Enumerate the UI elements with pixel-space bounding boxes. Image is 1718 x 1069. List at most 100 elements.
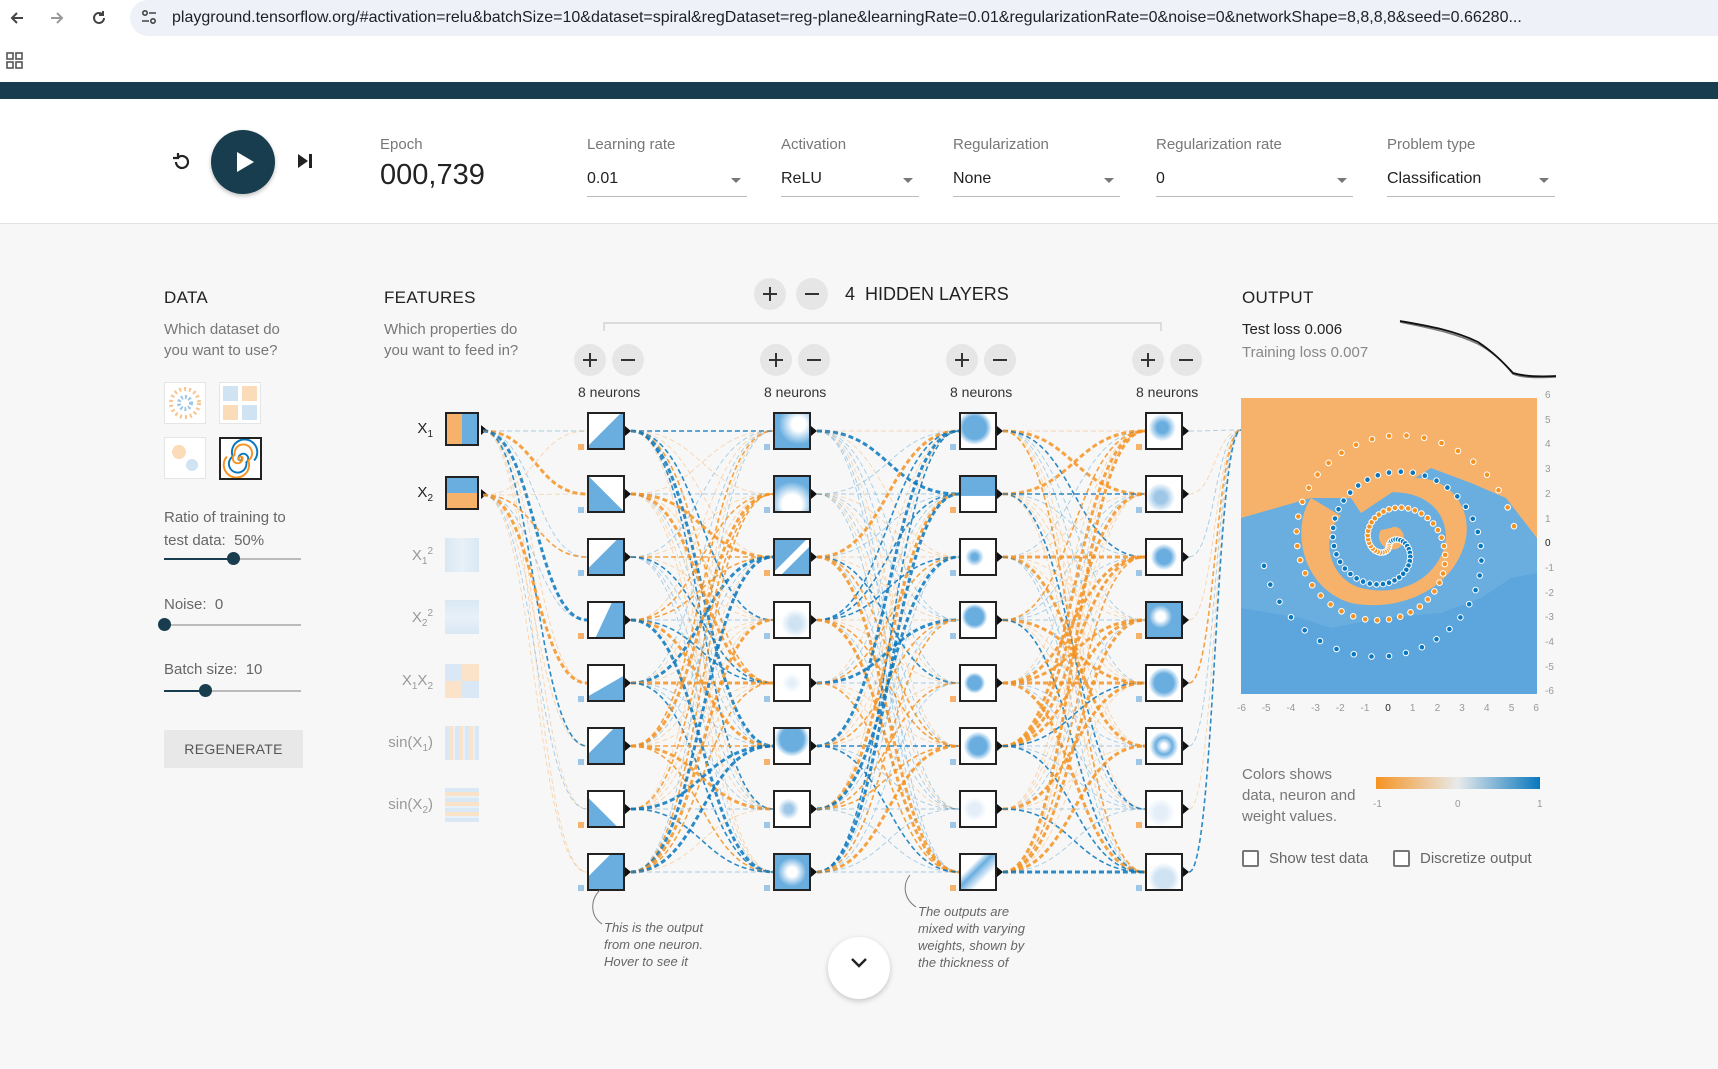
scroll-down-button[interactable] [828,937,890,999]
add-neuron-button[interactable] [1132,344,1164,376]
weight-link[interactable] [816,492,960,811]
weight-link[interactable] [816,429,960,748]
neuron-output-arrow [997,867,1003,877]
checkbox-icon[interactable] [1242,850,1259,867]
add-neuron-button[interactable] [946,344,978,376]
data-point [1260,562,1268,570]
neuron-output-arrow [1183,615,1189,625]
weight-link[interactable] [1002,556,1146,873]
neuron[interactable] [773,412,811,450]
neuron[interactable] [1145,601,1183,639]
weight-link[interactable] [1188,429,1242,810]
neuron[interactable] [587,664,625,702]
weight-link[interactable] [630,682,774,873]
weight-link[interactable] [1002,681,1146,874]
weight-link[interactable] [482,493,588,496]
neuron[interactable] [959,412,997,450]
neuron[interactable] [959,790,997,828]
data-point [1457,614,1464,621]
add-neuron-button[interactable] [760,344,792,376]
layer-neuron-count: 8 neurons [764,384,827,400]
weight-link[interactable] [630,744,774,811]
weight-link[interactable] [1188,429,1242,684]
data-point [1301,569,1309,577]
chevron-down-icon [851,958,867,968]
neuron[interactable] [773,790,811,828]
remove-neuron-button[interactable] [984,344,1016,376]
weight-link[interactable] [482,494,588,621]
weight-link[interactable] [1002,682,1146,873]
neuron[interactable] [587,412,625,450]
remove-neuron-button[interactable] [612,344,644,376]
x-tick: 1 [1409,703,1416,714]
neuron[interactable] [1145,664,1183,702]
add-neuron-button[interactable] [574,344,606,376]
neuron[interactable] [773,727,811,765]
remove-neuron-button[interactable] [1170,344,1202,376]
neuron[interactable] [587,727,625,765]
neuron[interactable] [1145,475,1183,513]
neuron[interactable] [587,475,625,513]
weight-link[interactable] [816,556,960,873]
weight-link[interactable] [482,430,588,810]
neuron[interactable] [959,538,997,576]
data-point [1465,600,1473,608]
bias-marker [578,759,584,765]
neuron[interactable] [1145,538,1183,576]
discretize-output-toggle[interactable]: Discretize output [1393,850,1532,867]
data-point [1335,506,1342,513]
weight-link[interactable] [1002,745,1146,810]
data-point [1416,603,1424,610]
neuron[interactable] [959,853,997,891]
bias-marker [950,696,956,702]
neuron[interactable] [959,727,997,765]
neuron-output-arrow [811,867,817,877]
neuron[interactable] [587,790,625,828]
weight-link[interactable] [1188,429,1242,747]
legend-max: 1 [1537,799,1543,810]
neuron[interactable] [1145,853,1183,891]
neuron[interactable] [773,853,811,891]
weight-link[interactable] [1188,429,1242,558]
neuron[interactable] [587,538,625,576]
minus-icon [993,359,1007,361]
neuron[interactable] [1145,727,1183,765]
neuron[interactable] [959,475,997,513]
weight-link[interactable] [1002,429,1146,748]
weight-link[interactable] [630,493,774,810]
weight-link[interactable] [482,430,588,684]
bias-marker [950,570,956,576]
data-point [1385,652,1393,660]
weight-link[interactable] [630,744,774,811]
remove-neuron-button[interactable] [798,344,830,376]
neuron[interactable] [1145,790,1183,828]
checkbox-icon[interactable] [1393,850,1410,867]
neuron[interactable] [959,664,997,702]
weight-link[interactable] [1002,745,1146,810]
weight-link[interactable] [482,494,588,873]
bias-marker [578,633,584,639]
weight-link[interactable] [1188,429,1242,432]
bias-marker [578,570,584,576]
weight-link[interactable] [630,430,774,747]
neuron[interactable] [1145,412,1183,450]
data-point [1409,469,1417,476]
weight-link[interactable] [482,494,588,810]
neuron[interactable] [959,601,997,639]
weight-link[interactable] [1002,493,1146,810]
neuron-output-arrow [997,804,1003,814]
neuron[interactable] [773,601,811,639]
neuron[interactable] [587,601,625,639]
weight-link[interactable] [630,555,774,874]
neuron[interactable] [773,664,811,702]
neuron[interactable] [773,538,811,576]
weight-link[interactable] [1188,429,1242,621]
neuron[interactable] [587,853,625,891]
weight-link[interactable] [1188,429,1242,873]
neuron[interactable] [773,475,811,513]
show-test-data-toggle[interactable]: Show test data [1242,850,1368,867]
training-loss: Training loss 0.007 [1242,344,1369,361]
weight-link[interactable] [482,429,588,496]
weight-link[interactable] [630,682,774,873]
data-point [1347,570,1354,578]
